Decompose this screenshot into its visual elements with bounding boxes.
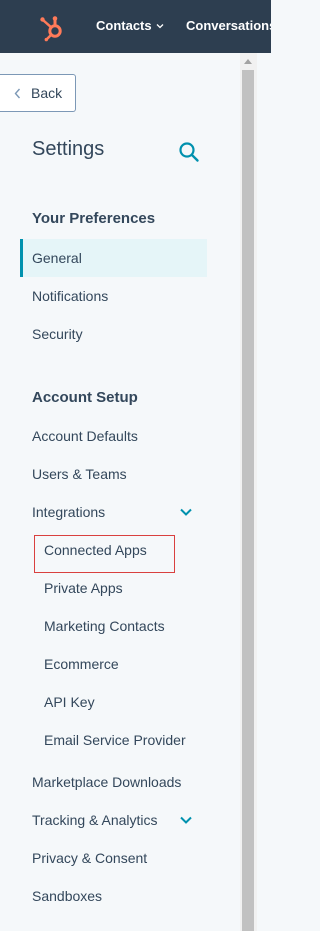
nav-contacts-label: Contacts [96,18,152,33]
sidebar-subitem-marketing-contacts[interactable]: Marketing Contacts [44,618,165,634]
nav-conversations-label: Conversations [186,18,271,33]
chevron-down-icon[interactable] [179,507,193,517]
scrollbar-thumb[interactable] [242,70,254,931]
back-button-label: Back [31,85,63,101]
sidebar-subitem-ecommerce[interactable]: Ecommerce [44,656,119,672]
sidebar-item-notifications[interactable]: Notifications [32,288,108,304]
search-icon[interactable] [178,141,200,163]
sidebar-subitem-private-apps[interactable]: Private Apps [44,580,123,596]
nav-contacts-menu[interactable]: Contacts [96,18,164,33]
sidebar-subitem-email-service-provider[interactable]: Email Service Provider [44,732,186,748]
page-title: Settings [32,138,105,160]
scroll-up-arrow-icon[interactable] [244,59,252,64]
sidebar-item-general[interactable]: General [32,250,82,266]
sidebar-item-privacy-consent[interactable]: Privacy & Consent [32,850,147,866]
top-navigation-bar: Contacts Conversations [0,0,271,53]
sidebar-item-integrations[interactable]: Integrations [32,504,105,520]
chevron-left-icon [14,88,21,98]
section-heading-account-setup: Account Setup [32,389,138,406]
sidebar-item-users-teams[interactable]: Users & Teams [32,466,127,482]
chevron-down-icon[interactable] [179,815,193,825]
sidebar-item-security[interactable]: Security [32,326,83,342]
chevron-down-icon [156,23,164,28]
settings-sidebar [0,53,240,931]
sidebar-item-sandboxes[interactable]: Sandboxes [32,888,102,904]
section-heading-preferences: Your Preferences [32,210,156,227]
content-edge [257,53,271,931]
sidebar-subitem-api-key[interactable]: API Key [44,694,95,710]
sidebar-item-tracking-analytics[interactable]: Tracking & Analytics [32,812,158,828]
sidebar-item-account-defaults[interactable]: Account Defaults [32,428,138,444]
sidebar-item-marketplace-downloads[interactable]: Marketplace Downloads [32,774,181,790]
sidebar-subitem-connected-apps[interactable]: Connected Apps [44,542,147,558]
hubspot-logo-icon[interactable] [38,14,66,42]
nav-conversations-menu[interactable]: Conversations [186,18,271,33]
back-button[interactable]: Back [0,74,76,112]
